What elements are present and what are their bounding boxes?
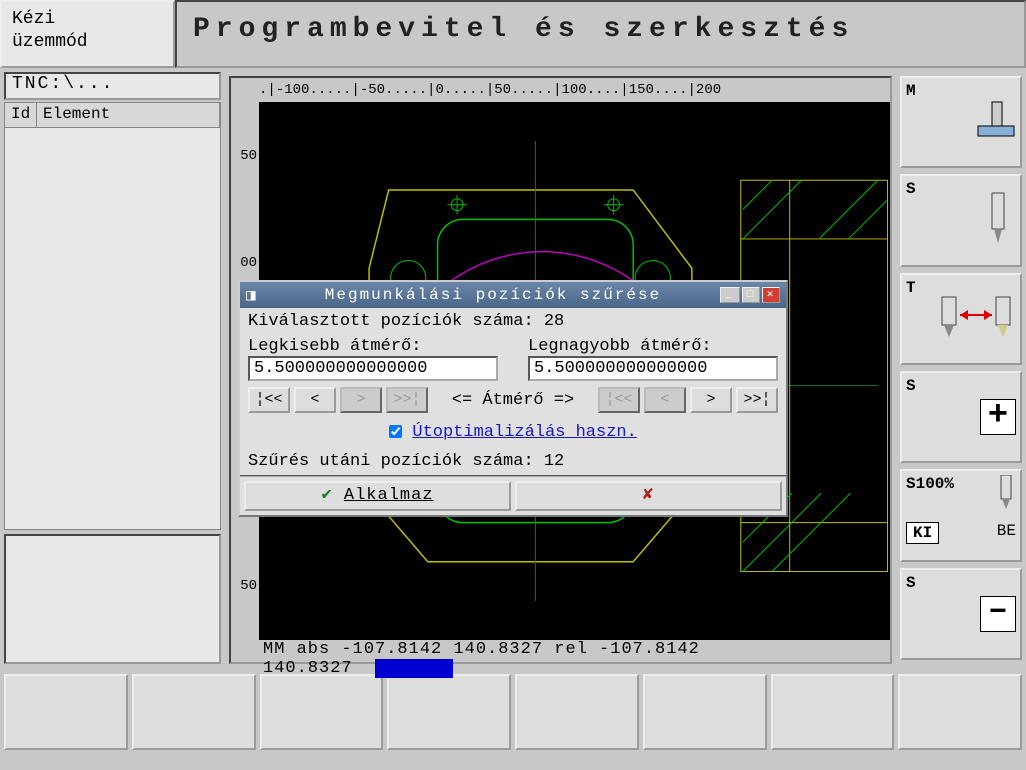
tool-icon xyxy=(996,475,1016,516)
mode-line-1: Kézi xyxy=(12,8,163,31)
apply-button[interactable]: ✔ Alkalmaz xyxy=(244,481,511,511)
softkey-3[interactable] xyxy=(260,674,384,750)
dialog-title: Megmunkálási pozíciók szűrése xyxy=(266,286,720,304)
softkey-4[interactable] xyxy=(387,674,511,750)
side-s100-button[interactable]: S100% KI BE xyxy=(900,469,1022,561)
tool-change-icon xyxy=(936,291,1016,346)
optimize-checkbox[interactable] xyxy=(389,425,402,438)
side-s-plus-button[interactable]: S + xyxy=(900,371,1022,463)
close-button[interactable]: ✕ xyxy=(762,287,780,303)
optimize-label[interactable]: Útoptimalizálás haszn. xyxy=(412,423,636,442)
diameter-range-label: <= Átmérő => xyxy=(432,391,594,410)
col-id: Id xyxy=(5,103,37,127)
mode-line-2: üzemmód xyxy=(12,31,163,54)
minimize-button[interactable]: _ xyxy=(720,287,740,303)
machine-icon xyxy=(968,98,1016,147)
prev-min-button[interactable]: < xyxy=(294,387,336,413)
status-bar: MM abs -107.8142 140.8327 rel -107.8142 … xyxy=(259,640,890,662)
dialog-titlebar[interactable]: ◨ Megmunkálási pozíciók szűrése _ □ ✕ xyxy=(240,282,786,308)
softkey-2[interactable] xyxy=(132,674,256,750)
first-min-button[interactable]: ¦<< xyxy=(248,387,290,413)
cross-icon: ✘ xyxy=(643,486,654,505)
be-label[interactable]: BE xyxy=(997,522,1016,544)
filter-dialog: ◨ Megmunkálási pozíciók szűrése _ □ ✕ Ki… xyxy=(238,280,788,517)
plus-icon: + xyxy=(980,399,1016,435)
next-max-button[interactable]: > xyxy=(690,387,732,413)
ki-badge[interactable]: KI xyxy=(906,522,939,544)
last-max-button[interactable]: >>¦ xyxy=(736,387,778,413)
softkey-8[interactable] xyxy=(898,674,1022,750)
element-list[interactable] xyxy=(4,128,221,530)
softkey-6[interactable] xyxy=(643,674,767,750)
path-box[interactable]: TNC:\... xyxy=(4,72,221,100)
list-header: Id Element xyxy=(4,102,221,128)
min-diameter-label: Legkisebb átmérő: xyxy=(248,337,498,356)
preview-box xyxy=(4,534,221,664)
softkey-7[interactable] xyxy=(771,674,895,750)
first-max-button: ¦<< xyxy=(598,387,640,413)
softkey-5[interactable] xyxy=(515,674,639,750)
cube-icon: ◨ xyxy=(246,285,266,305)
cancel-button[interactable]: ✘ xyxy=(515,481,782,511)
side-m-button[interactable]: M xyxy=(900,76,1022,168)
footer-softkeys xyxy=(0,668,1026,756)
filtered-count-label: Szűrés utáni pozíciók száma: 12 xyxy=(248,452,778,471)
side-s-minus-button[interactable]: S – xyxy=(900,568,1022,660)
side-s1-button[interactable]: S xyxy=(900,174,1022,266)
check-icon: ✔ xyxy=(321,486,332,505)
mode-box[interactable]: Kézi üzemmód xyxy=(0,0,175,68)
max-diameter-input[interactable] xyxy=(528,356,778,381)
softkey-1[interactable] xyxy=(4,674,128,750)
next-min-button: > xyxy=(340,387,382,413)
side-t-button[interactable]: T xyxy=(900,273,1022,365)
col-element: Element xyxy=(37,103,220,127)
ruler-horizontal: .|-100.....|-50.....|0.....|50.....|100.… xyxy=(259,78,890,102)
last-min-button: >>¦ xyxy=(386,387,428,413)
tool-icon xyxy=(980,191,1016,250)
max-diameter-label: Legnagyobb átmérő: xyxy=(528,337,778,356)
selected-count-label: Kiválasztott pozíciók száma: 28 xyxy=(248,312,778,331)
minus-icon: – xyxy=(980,596,1016,632)
maximize-button[interactable]: □ xyxy=(742,287,760,303)
prev-max-button: < xyxy=(644,387,686,413)
min-diameter-input[interactable] xyxy=(248,356,498,381)
left-pane: TNC:\... Id Element xyxy=(0,68,225,668)
side-panel: M S T S + xyxy=(896,68,1026,668)
page-title: Programbevitel és szerkesztés xyxy=(175,0,1026,68)
